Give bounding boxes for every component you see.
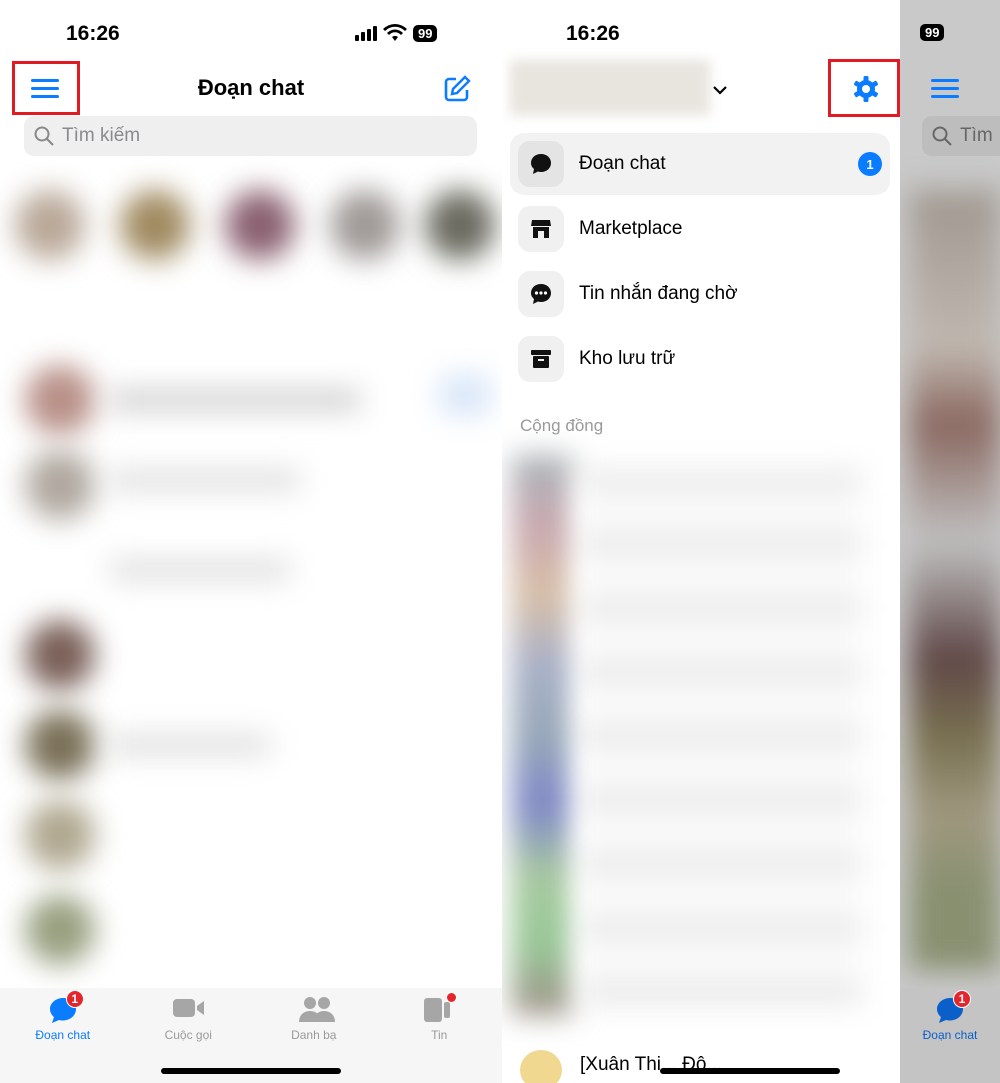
battery-level: 99	[920, 24, 945, 41]
tab-label: Cuộc gọi	[164, 1028, 212, 1042]
video-camera-icon	[173, 999, 205, 1017]
status-icons: 99	[900, 24, 945, 41]
status-time: 16:26	[66, 22, 120, 45]
tab-badge: 1	[65, 990, 84, 1008]
drawer-item-chats[interactable]: Đoạn chat 1	[510, 133, 890, 195]
search-icon	[932, 126, 952, 146]
blurred-content	[910, 190, 1000, 970]
tab-chats[interactable]: 1 Đoạn chat	[900, 988, 1000, 1083]
store-icon	[531, 220, 551, 238]
search-input[interactable]: Tìm	[922, 116, 1000, 156]
signal-icon	[355, 25, 377, 41]
drawer-item-marketplace[interactable]: Marketplace	[510, 198, 890, 260]
drawer-item-label: Kho lưu trữ	[579, 348, 676, 369]
wifi-icon	[383, 24, 407, 41]
archive-icon	[531, 350, 551, 368]
tab-label: Đoạn chat	[922, 1028, 978, 1042]
people-icon	[298, 997, 335, 1022]
tab-label: Đoạn chat	[35, 1028, 91, 1042]
battery-level: 99	[413, 24, 438, 42]
search-placeholder: Tìm	[960, 125, 993, 146]
search-icon	[34, 126, 54, 146]
tab-bar: 1 Đoạn chat Cuộc gọi Danh bạ Tin	[0, 988, 502, 1083]
tab-badge: 1	[953, 990, 971, 1008]
page-title: Đoạn chat	[197, 75, 305, 100]
settings-gear-icon[interactable]	[852, 75, 880, 103]
chevron-down-icon[interactable]	[712, 84, 728, 96]
chat-bubble-icon	[531, 154, 551, 174]
status-icons: 99	[355, 24, 438, 42]
home-indicator	[161, 1068, 341, 1074]
compose-icon[interactable]	[443, 75, 471, 103]
drawer-menu: 16:26 Đoạn chat 1 Marketplace Tin nhắn đ…	[502, 0, 900, 1083]
home-indicator	[660, 1068, 840, 1074]
community-avatar	[520, 1050, 562, 1083]
status-time: 16:26	[566, 22, 620, 45]
drawer-item-label: Tin nhắn đang chờ	[579, 283, 738, 304]
chat-list-peek: 99 Tìm 1 Đoạn chat	[900, 0, 1000, 1083]
notification-dot	[446, 992, 458, 1003]
drawer-item-label: Đoạn chat	[579, 153, 666, 174]
tab-label: Tin	[431, 1028, 448, 1042]
drawer-item-label: Marketplace	[579, 218, 683, 239]
tab-stories[interactable]: Tin	[377, 988, 503, 1083]
hamburger-menu-icon[interactable]	[931, 78, 959, 100]
unread-badge: 1	[858, 152, 882, 176]
tab-chats[interactable]: 1 Đoạn chat	[0, 988, 126, 1083]
search-input[interactable]: Tìm kiếm	[24, 116, 477, 156]
drawer-item-archive[interactable]: Kho lưu trữ	[510, 328, 890, 390]
tab-label: Danh bạ	[291, 1028, 337, 1042]
section-title: Cộng đồng	[520, 416, 604, 435]
search-placeholder: Tìm kiếm	[62, 125, 141, 146]
drawer-item-pending[interactable]: Tin nhắn đang chờ	[510, 263, 890, 325]
chat-list-screen: 16:26 99 Đoạn chat Tìm kiếm 1 Đoạn chat …	[0, 0, 502, 1083]
pending-message-icon	[531, 284, 551, 304]
blurred-account-name	[510, 60, 710, 115]
